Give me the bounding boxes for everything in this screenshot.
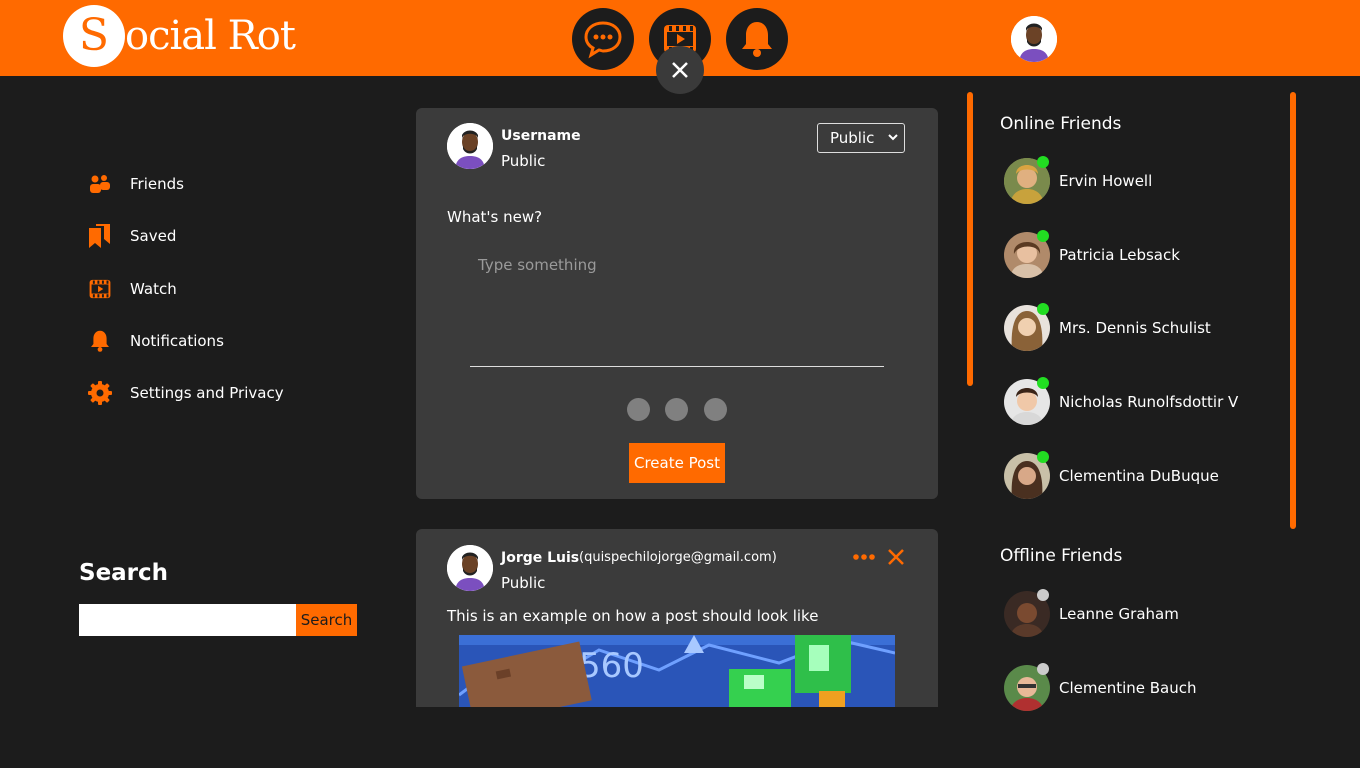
friend-name: Clementina DuBuque	[1059, 467, 1219, 485]
gear-icon	[85, 378, 115, 408]
right-divider-upper	[967, 92, 973, 386]
friend-item[interactable]: Patricia Lebsack	[1004, 230, 1284, 280]
offline-status-dot	[1037, 589, 1049, 601]
post-card: Jorge Luis (quispechilojorge@gmail.com) …	[416, 529, 938, 707]
friend-item[interactable]: Clementina DuBuque	[1004, 451, 1284, 501]
sidebar-item-watch[interactable]: Watch	[85, 272, 177, 306]
attachment-option-1[interactable]	[627, 398, 650, 421]
post-image: 560	[459, 635, 895, 707]
close-button[interactable]	[656, 46, 704, 94]
post-image-text: 560	[579, 646, 644, 686]
user-avatar[interactable]	[1011, 16, 1057, 62]
bell-icon	[85, 326, 115, 356]
avatar	[447, 545, 493, 591]
chat-icon	[584, 21, 622, 59]
messages-button[interactable]	[572, 8, 634, 70]
friend-item[interactable]: Mrs. Dennis Schulist	[1004, 303, 1284, 353]
friend-name: Nicholas Runolfsdottir V	[1059, 393, 1239, 411]
friend-name: Clementine Bauch	[1059, 679, 1197, 697]
sidebar-item-friends[interactable]: Friends	[85, 167, 184, 201]
online-status-dot	[1037, 303, 1049, 315]
logo-text: ocial Rot	[125, 13, 296, 59]
friend-item[interactable]: Clementine Bauch	[1004, 663, 1284, 713]
friend-item[interactable]: Leanne Graham	[1004, 589, 1284, 639]
friend-item[interactable]: Nicholas Runolfsdottir V	[1004, 377, 1284, 427]
visibility-select-value: Public	[830, 129, 875, 147]
friend-name: Mrs. Dennis Schulist	[1059, 319, 1211, 337]
close-icon[interactable]	[886, 547, 906, 567]
create-post-button[interactable]: Create Post	[629, 443, 725, 483]
app-logo[interactable]: S ocial Rot	[63, 5, 296, 67]
visibility-select[interactable]: Public	[817, 123, 905, 153]
post-author-email: (quispechilojorge@gmail.com)	[579, 550, 777, 565]
bookmark-icon	[85, 221, 115, 251]
offline-friends-title: Offline Friends	[1000, 546, 1123, 566]
right-scrollbar[interactable]	[1290, 92, 1296, 529]
search-button[interactable]: Search	[296, 604, 357, 636]
friend-name: Patricia Lebsack	[1059, 246, 1180, 264]
online-status-dot	[1037, 230, 1049, 242]
avatar	[447, 123, 493, 169]
search-input[interactable]	[79, 604, 296, 636]
sidebar-item-notifications[interactable]: Notifications	[85, 324, 224, 358]
video-icon	[85, 274, 115, 304]
post-visibility: Public	[501, 574, 546, 592]
attachment-option-3[interactable]	[704, 398, 727, 421]
post-composer: Username Public Public What's new? Type …	[416, 108, 938, 499]
sidebar-item-label: Settings and Privacy	[130, 384, 284, 402]
person-avatar-icon	[447, 545, 493, 591]
sidebar-item-settings[interactable]: Settings and Privacy	[85, 376, 284, 410]
sidebar-item-label: Notifications	[130, 332, 224, 350]
post-textarea[interactable]: Type something	[478, 256, 597, 274]
composer-visibility: Public	[501, 152, 546, 170]
notifications-button[interactable]	[726, 8, 788, 70]
textarea-underline	[470, 366, 884, 367]
chevron-down-icon	[888, 134, 898, 141]
post-author: Jorge Luis	[501, 550, 580, 566]
friend-name: Leanne Graham	[1059, 605, 1179, 623]
online-status-dot	[1037, 377, 1049, 389]
composer-prompt: What's new?	[447, 208, 543, 226]
online-friends-title: Online Friends	[1000, 114, 1122, 134]
online-status-dot	[1037, 156, 1049, 168]
logo-initial: S	[63, 5, 125, 67]
person-avatar-icon	[447, 123, 493, 169]
close-icon	[672, 62, 688, 78]
search-title: Search	[79, 560, 169, 586]
offline-status-dot	[1037, 663, 1049, 675]
friend-item[interactable]: Ervin Howell	[1004, 156, 1284, 206]
online-status-dot	[1037, 451, 1049, 463]
more-options-icon[interactable]	[852, 547, 876, 567]
attachment-option-2[interactable]	[665, 398, 688, 421]
bell-icon	[742, 22, 772, 57]
composer-username: Username	[501, 128, 581, 144]
post-text: This is an example on how a post should …	[447, 607, 819, 625]
sidebar-item-saved[interactable]: Saved	[85, 219, 176, 253]
sidebar-item-label: Friends	[130, 175, 184, 193]
sidebar-item-label: Saved	[130, 227, 177, 245]
person-avatar-icon	[1011, 16, 1057, 62]
friend-name: Ervin Howell	[1059, 172, 1153, 190]
friends-icon	[85, 169, 115, 199]
sidebar-item-label: Watch	[130, 280, 177, 298]
